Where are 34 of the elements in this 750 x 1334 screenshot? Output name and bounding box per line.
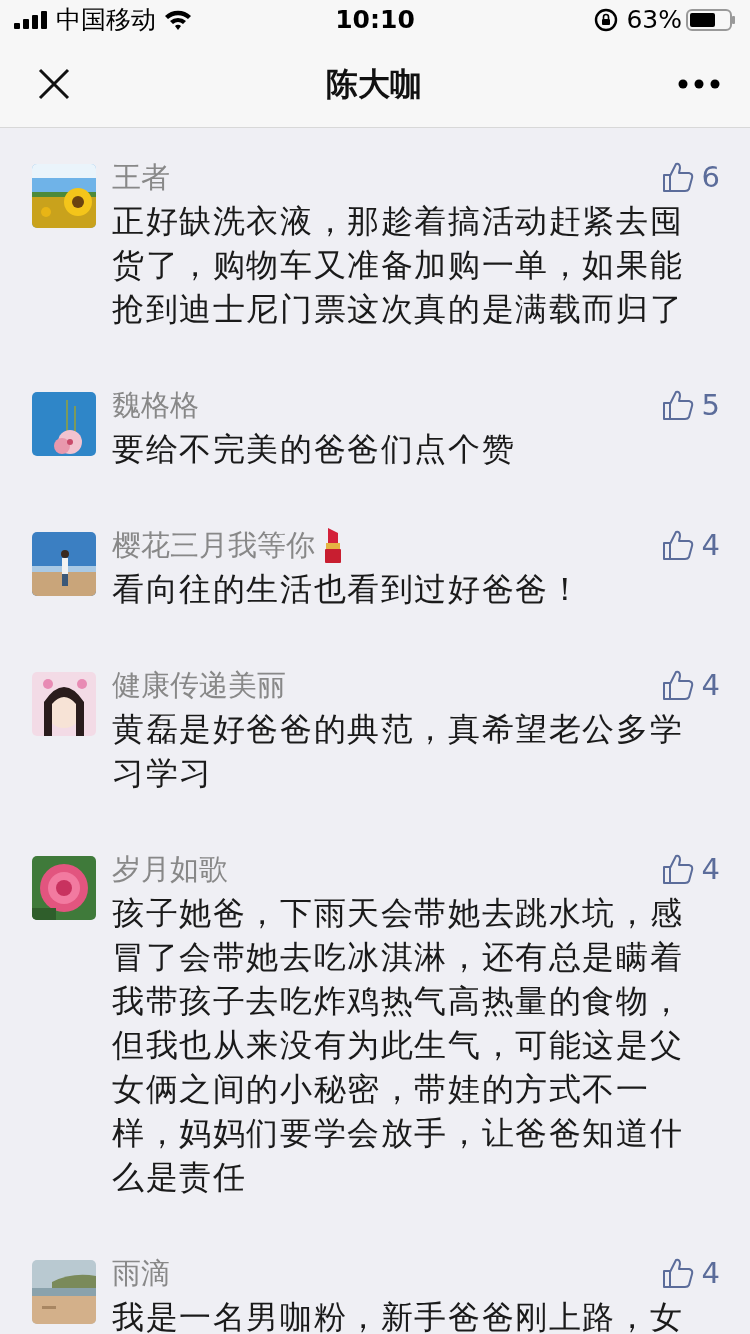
thumbs-up-icon (661, 853, 694, 885)
like-button[interactable]: 4 (661, 847, 720, 891)
comment-text: 孩子她爸，下雨天会带她去跳水坑，感冒了会带她去吃冰淇淋，还有总是瞒着我带孩子去吃炸鸡热气高热量的食物，但我也从来没有为此生气，可能这是父女俩之间的小秘密，带娃的方式不一样，妈妈们要学会放手，让爸爸知道什么是责任 (112, 893, 685, 1198)
battery-percent: 63% (626, 4, 682, 37)
clock-time: 10:10 (335, 4, 415, 37)
user-name: 岁月如歌 (112, 851, 228, 888)
thumbs-up-icon (661, 529, 694, 561)
user-name: 健康传递美丽 (112, 667, 286, 704)
comment-text: 看向往的生活也看到过好爸爸！ (112, 569, 584, 610)
comment-text: 要给不完美的爸爸们点个赞 (112, 429, 517, 470)
page-title: 陈大咖 (326, 63, 422, 105)
like-button[interactable]: 6 (661, 155, 720, 199)
user-name: 樱花三月我等你 (112, 527, 315, 564)
user-name: 王者 (112, 159, 170, 196)
rotation-lock-icon (594, 8, 619, 32)
comment-text: 正好缺洗衣液，那趁着搞活动赶紧去囤货了，购物车又准备加购一单，如果能抢到迪士尼门票这次真的是满载而归了 (112, 201, 685, 330)
more-icon[interactable] (678, 78, 720, 89)
like-button[interactable]: 4 (661, 1251, 720, 1295)
user-name: 雨滴 (112, 1255, 170, 1292)
wifi-icon (164, 9, 192, 31)
close-icon[interactable] (38, 67, 70, 100)
thumbs-up-icon (661, 669, 694, 701)
comment-text: 我是一名男咖粉，新手爸爸刚上路，女 (112, 1297, 685, 1334)
like-button[interactable]: 4 (661, 663, 720, 707)
like-button[interactable]: 4 (661, 523, 720, 567)
carrier-name: 中国移动 (56, 4, 156, 37)
thumbs-up-icon (661, 161, 694, 193)
battery-icon (686, 9, 736, 31)
thumbs-up-icon (661, 389, 694, 421)
thumbs-up-icon (661, 1257, 694, 1289)
like-button[interactable]: 5 (661, 383, 720, 427)
signal-icon (14, 11, 48, 29)
comment-text: 黄磊是好爸爸的典范，真希望老公多学习学习 (112, 709, 685, 794)
user-name: 魏格格 (112, 387, 199, 424)
